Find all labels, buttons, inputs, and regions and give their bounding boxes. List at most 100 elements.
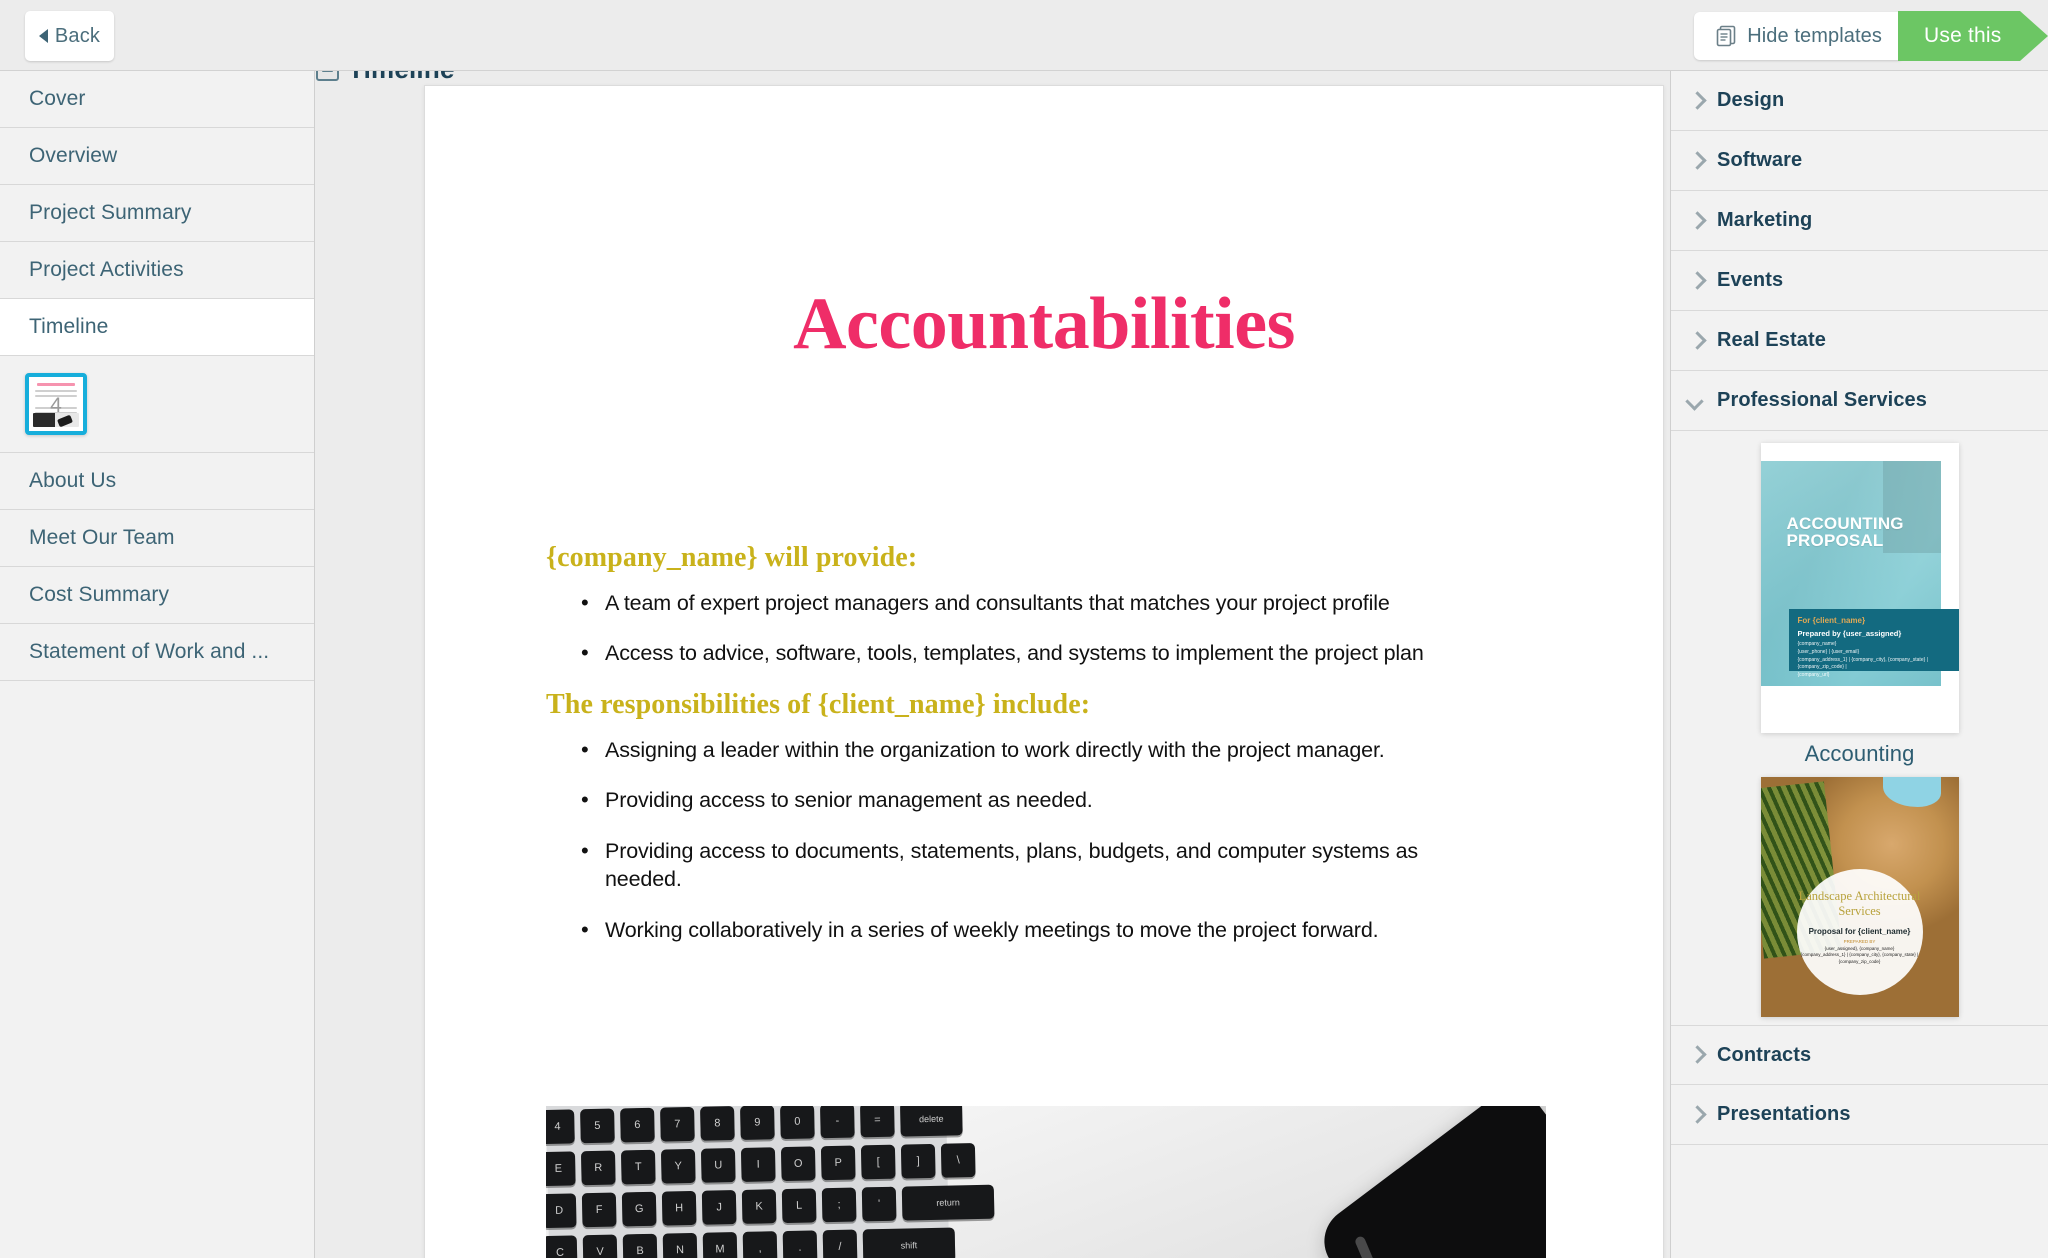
list-item: Providing access to documents, statement… [575, 836, 1418, 894]
keyboard-row: D F G H J K L; ' return [546, 1184, 995, 1229]
key-h: H [661, 1190, 697, 1226]
sidebar-item-project-activities[interactable]: Project Activities [0, 242, 314, 299]
page-title: Accountabilities [793, 283, 1295, 365]
list-item: A team of expert project managers and co… [575, 588, 1455, 617]
page-thumbnail-row: 4 [0, 356, 314, 453]
key-l: L [781, 1188, 817, 1224]
sidebar-item-about-us[interactable]: About Us [0, 453, 314, 510]
photo-desk-surface [946, 1106, 1546, 1258]
template-for-line: Proposal for {client_name} [1808, 926, 1911, 936]
template-card-accounting[interactable]: ACCOUNTING PROPOSAL For {client_name} Pr… [1671, 431, 2048, 777]
category-label: Professional Services [1717, 389, 1927, 411]
key-b: B [622, 1233, 658, 1258]
sidebar-item-overview[interactable]: Overview [0, 128, 314, 185]
chevron-right-icon [1685, 1044, 1707, 1066]
page-thumbnail[interactable]: 4 [25, 373, 87, 435]
sidebar-item-meet-our-team[interactable]: Meet Our Team [0, 510, 314, 567]
slide-thumbnail-icon [316, 71, 339, 81]
category-design[interactable]: Design [1671, 71, 2048, 131]
sidebar-item-statement-of-work[interactable]: Statement of Work and ... [0, 624, 314, 681]
thumbnail-text-line [35, 390, 77, 392]
sidebar-item-label: Project Summary [29, 201, 192, 224]
section-2-bullet-list: Assigning a leader within the organizati… [575, 735, 1455, 966]
left-triangle-icon [38, 29, 48, 43]
template-detail-lines: {user_assigned}, {company_name} {company… [1800, 945, 1919, 965]
key-8: 8 [700, 1106, 735, 1141]
key-: ] [900, 1143, 936, 1179]
list-item: Assigning a leader within the organizati… [575, 735, 1455, 764]
template-thumbnail-landscape: Landscape Architectural Services Proposa… [1760, 777, 1959, 1017]
key-: - [820, 1106, 855, 1139]
key-0: 0 [780, 1106, 815, 1140]
template-thumbnail-accounting: ACCOUNTING PROPOSAL For {client_name} Pr… [1760, 443, 1959, 733]
chevron-right-icon [1685, 90, 1707, 112]
key-delete: delete [900, 1106, 963, 1137]
use-this-button[interactable]: Use this [1898, 11, 2048, 61]
key-4: 4 [546, 1109, 575, 1145]
keyboard-row: E R T Y U I O P[] \ [546, 1143, 976, 1187]
key-p: P [820, 1145, 856, 1181]
key-g: G [621, 1191, 657, 1227]
template-cover-infobox: For {client_name} Prepared by {user_assi… [1788, 609, 1959, 678]
keyboard-row: C V B N M,. / shift [546, 1227, 956, 1258]
key-shift: shift [862, 1227, 956, 1258]
category-software[interactable]: Software [1671, 131, 2048, 191]
list-item: Providing access to senior management as… [575, 785, 1455, 814]
document-photo: 4 5 6 7 8 9 0- = delete E R T Y U I O P[] \ D F G H J K L; ' ret… [546, 1106, 1546, 1258]
document-page[interactable]: Accountabilities {company_name} will pro… [424, 85, 1664, 1258]
sidebar-item-label: Meet Our Team [29, 526, 175, 549]
back-button[interactable]: Back [25, 11, 114, 61]
thumbnail-title-line [37, 383, 75, 386]
document-icon [1716, 25, 1736, 47]
key-d: D [546, 1193, 577, 1229]
hide-templates-button[interactable]: Hide templates [1694, 12, 1904, 60]
key-u: U [700, 1148, 736, 1183]
key-c: C [546, 1235, 578, 1258]
key-7: 7 [660, 1106, 695, 1142]
key-: / [822, 1229, 858, 1258]
category-contracts[interactable]: Contracts [1671, 1025, 2048, 1085]
key-: \ [940, 1143, 976, 1178]
sidebar-item-label: About Us [29, 469, 117, 492]
sidebar-item-label: Cover [29, 87, 86, 110]
section-heading-1: {company_name} will provide: [546, 542, 918, 573]
category-real-estate[interactable]: Real Estate [1671, 311, 2048, 371]
key-n: N [662, 1232, 698, 1258]
category-presentations[interactable]: Presentations [1671, 1085, 2048, 1145]
list-item: Access to advice, software, tools, templ… [575, 638, 1455, 667]
key-y: Y [660, 1148, 696, 1184]
template-card-landscape[interactable]: Landscape Architectural Services Proposa… [1671, 777, 2048, 1017]
category-events[interactable]: Events [1671, 251, 2048, 311]
category-marketing[interactable]: Marketing [1671, 191, 2048, 251]
top-toolbar: Back Hide templates Use this [0, 0, 2048, 71]
template-cover-title: ACCOUNTING PROPOSAL [1786, 514, 1904, 550]
sidebar-item-cost-summary[interactable]: Cost Summary [0, 567, 314, 624]
template-for-line: For {client_name} [1797, 616, 1866, 625]
slide-tab[interactable]: Timeline [316, 71, 455, 85]
sidebar-item-label: Cost Summary [29, 583, 170, 606]
key-6: 6 [620, 1107, 655, 1143]
category-professional-services[interactable]: Professional Services [1671, 371, 2048, 431]
smartphone-shape [1310, 1106, 1546, 1258]
sidebar-item-cover[interactable]: Cover [0, 71, 314, 128]
key-r: R [580, 1150, 616, 1186]
template-cover-title: Landscape Architectural Services [1798, 889, 1921, 919]
sidebar-item-label: Overview [29, 144, 118, 167]
key-v: V [582, 1234, 618, 1258]
template-cover-circle: Landscape Architectural Services Proposa… [1796, 869, 1923, 995]
key-: . [782, 1230, 818, 1258]
section-heading-2: The responsibilities of {client_name} in… [546, 689, 1091, 720]
category-label: Presentations [1717, 1103, 1851, 1125]
chevron-right-icon [1685, 330, 1707, 352]
template-prepared-by: Prepared by {user_assigned} [1797, 629, 1902, 638]
laptop-keyboard: 4 5 6 7 8 9 0- = delete E R T Y U I O P[] \ D F G H J K L; ' ret… [546, 1106, 995, 1258]
list-item: Working collaboratively in a series of w… [575, 914, 1455, 943]
sidebar-item-timeline[interactable]: Timeline [0, 299, 314, 356]
sidebar-item-project-summary[interactable]: Project Summary [0, 185, 314, 242]
section-sidebar: Cover Overview Project Summary Project A… [0, 71, 315, 1258]
key-: [ [860, 1144, 896, 1180]
category-label: Real Estate [1717, 329, 1826, 351]
chevron-right-icon [1685, 1104, 1707, 1126]
back-button-label: Back [54, 24, 101, 47]
template-caption: Accounting [1804, 741, 1915, 766]
